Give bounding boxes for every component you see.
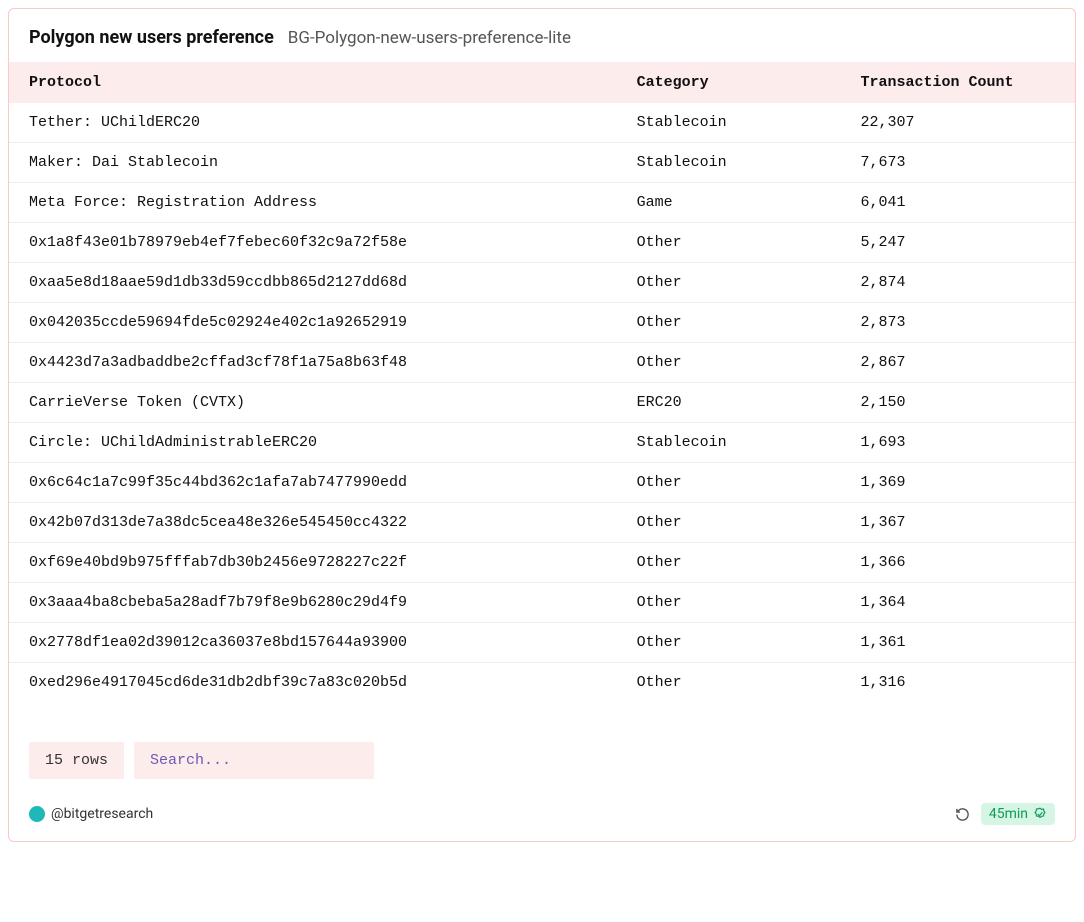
refresh-time-badge[interactable]: 45min <box>981 803 1055 825</box>
table-row[interactable]: 0x3aaa4ba8cbeba5a28adf7b79f8e9b6280c29d4… <box>9 583 1075 623</box>
cell-count: 22,307 <box>840 103 1075 143</box>
cell-protocol: 0xf69e40bd9b975fffab7db30b2456e9728227c2… <box>9 543 617 583</box>
table-row[interactable]: 0xaa5e8d18aae59d1db33d59ccdbb865d2127dd6… <box>9 263 1075 303</box>
cell-category: Other <box>617 303 841 343</box>
cell-protocol: 0x2778df1ea02d39012ca36037e8bd157644a939… <box>9 623 617 663</box>
cell-protocol: CarrieVerse Token (CVTX) <box>9 383 617 423</box>
cell-category: Other <box>617 543 841 583</box>
check-icon <box>1033 807 1047 821</box>
cell-category: Stablecoin <box>617 423 841 463</box>
column-header-category[interactable]: Category <box>617 62 841 103</box>
data-table: Protocol Category Transaction Count Teth… <box>9 62 1075 702</box>
card-title: Polygon new users preference <box>29 27 274 48</box>
table-row[interactable]: 0xed296e4917045cd6de31db2dbf39c7a83c020b… <box>9 663 1075 703</box>
cell-category: Other <box>617 583 841 623</box>
author-avatar-icon <box>29 806 45 822</box>
cell-count: 2,150 <box>840 383 1075 423</box>
table-row[interactable]: Tether: UChildERC20Stablecoin22,307 <box>9 103 1075 143</box>
cell-protocol: Meta Force: Registration Address <box>9 183 617 223</box>
cell-category: Other <box>617 663 841 703</box>
cell-count: 1,364 <box>840 583 1075 623</box>
cell-count: 2,873 <box>840 303 1075 343</box>
cell-category: Other <box>617 263 841 303</box>
card-footer: 15 rows @bitgetresearch 45min <box>9 702 1075 841</box>
cell-protocol: 0x1a8f43e01b78979eb4ef7febec60f32c9a72f5… <box>9 223 617 263</box>
footer-bottom: @bitgetresearch 45min <box>29 803 1055 825</box>
cell-protocol: Maker: Dai Stablecoin <box>9 143 617 183</box>
cell-protocol: 0x42b07d313de7a38dc5cea48e326e545450cc43… <box>9 503 617 543</box>
author-handle: @bitgetresearch <box>51 806 153 822</box>
cell-category: Other <box>617 503 841 543</box>
cell-category: ERC20 <box>617 383 841 423</box>
cell-count: 2,874 <box>840 263 1075 303</box>
column-header-count[interactable]: Transaction Count <box>840 62 1075 103</box>
cell-category: Other <box>617 223 841 263</box>
data-card: Polygon new users preference BG-Polygon-… <box>8 8 1076 842</box>
cell-category: Stablecoin <box>617 103 841 143</box>
cell-protocol: Tether: UChildERC20 <box>9 103 617 143</box>
cell-protocol: 0x4423d7a3adbaddbe2cffad3cf78f1a75a8b63f… <box>9 343 617 383</box>
cell-category: Other <box>617 343 841 383</box>
row-count-badge[interactable]: 15 rows <box>29 742 124 779</box>
cell-count: 1,361 <box>840 623 1075 663</box>
table-header-row: Protocol Category Transaction Count <box>9 62 1075 103</box>
cell-count: 1,693 <box>840 423 1075 463</box>
card-header: Polygon new users preference BG-Polygon-… <box>9 9 1075 62</box>
cell-protocol: 0x042035ccde59694fde5c02924e402c1a926529… <box>9 303 617 343</box>
table-row[interactable]: CarrieVerse Token (CVTX)ERC202,150 <box>9 383 1075 423</box>
table-row[interactable]: 0x1a8f43e01b78979eb4ef7febec60f32c9a72f5… <box>9 223 1075 263</box>
table-row[interactable]: 0x042035ccde59694fde5c02924e402c1a926529… <box>9 303 1075 343</box>
cell-count: 5,247 <box>840 223 1075 263</box>
cell-category: Game <box>617 183 841 223</box>
table-row[interactable]: Maker: Dai StablecoinStablecoin7,673 <box>9 143 1075 183</box>
card-subtitle: BG-Polygon-new-users-preference-lite <box>288 28 571 48</box>
cell-protocol: 0x3aaa4ba8cbeba5a28adf7b79f8e9b6280c29d4… <box>9 583 617 623</box>
cell-category: Stablecoin <box>617 143 841 183</box>
author-link[interactable]: @bitgetresearch <box>29 806 153 822</box>
cell-count: 1,366 <box>840 543 1075 583</box>
cell-protocol: 0xaa5e8d18aae59d1db33d59ccdbb865d2127dd6… <box>9 263 617 303</box>
table-row[interactable]: Circle: UChildAdministrableERC20Stableco… <box>9 423 1075 463</box>
time-value: 45min <box>989 806 1028 822</box>
cell-count: 1,367 <box>840 503 1075 543</box>
time-section: 45min <box>955 803 1055 825</box>
table-row[interactable]: 0x2778df1ea02d39012ca36037e8bd157644a939… <box>9 623 1075 663</box>
cell-count: 1,369 <box>840 463 1075 503</box>
cell-protocol: 0xed296e4917045cd6de31db2dbf39c7a83c020b… <box>9 663 617 703</box>
table-row[interactable]: Meta Force: Registration AddressGame6,04… <box>9 183 1075 223</box>
table-row[interactable]: 0x6c64c1a7c99f35c44bd362c1afa7ab7477990e… <box>9 463 1075 503</box>
column-header-protocol[interactable]: Protocol <box>9 62 617 103</box>
cell-count: 2,867 <box>840 343 1075 383</box>
cell-category: Other <box>617 623 841 663</box>
cell-count: 1,316 <box>840 663 1075 703</box>
table-row[interactable]: 0xf69e40bd9b975fffab7db30b2456e9728227c2… <box>9 543 1075 583</box>
cell-protocol: Circle: UChildAdministrableERC20 <box>9 423 617 463</box>
cell-category: Other <box>617 463 841 503</box>
cell-protocol: 0x6c64c1a7c99f35c44bd362c1afa7ab7477990e… <box>9 463 617 503</box>
table-row[interactable]: 0x42b07d313de7a38dc5cea48e326e545450cc43… <box>9 503 1075 543</box>
table-row[interactable]: 0x4423d7a3adbaddbe2cffad3cf78f1a75a8b63f… <box>9 343 1075 383</box>
refresh-icon[interactable] <box>955 806 971 822</box>
cell-count: 7,673 <box>840 143 1075 183</box>
footer-controls: 15 rows <box>29 742 1055 779</box>
cell-count: 6,041 <box>840 183 1075 223</box>
search-input[interactable] <box>134 742 374 779</box>
